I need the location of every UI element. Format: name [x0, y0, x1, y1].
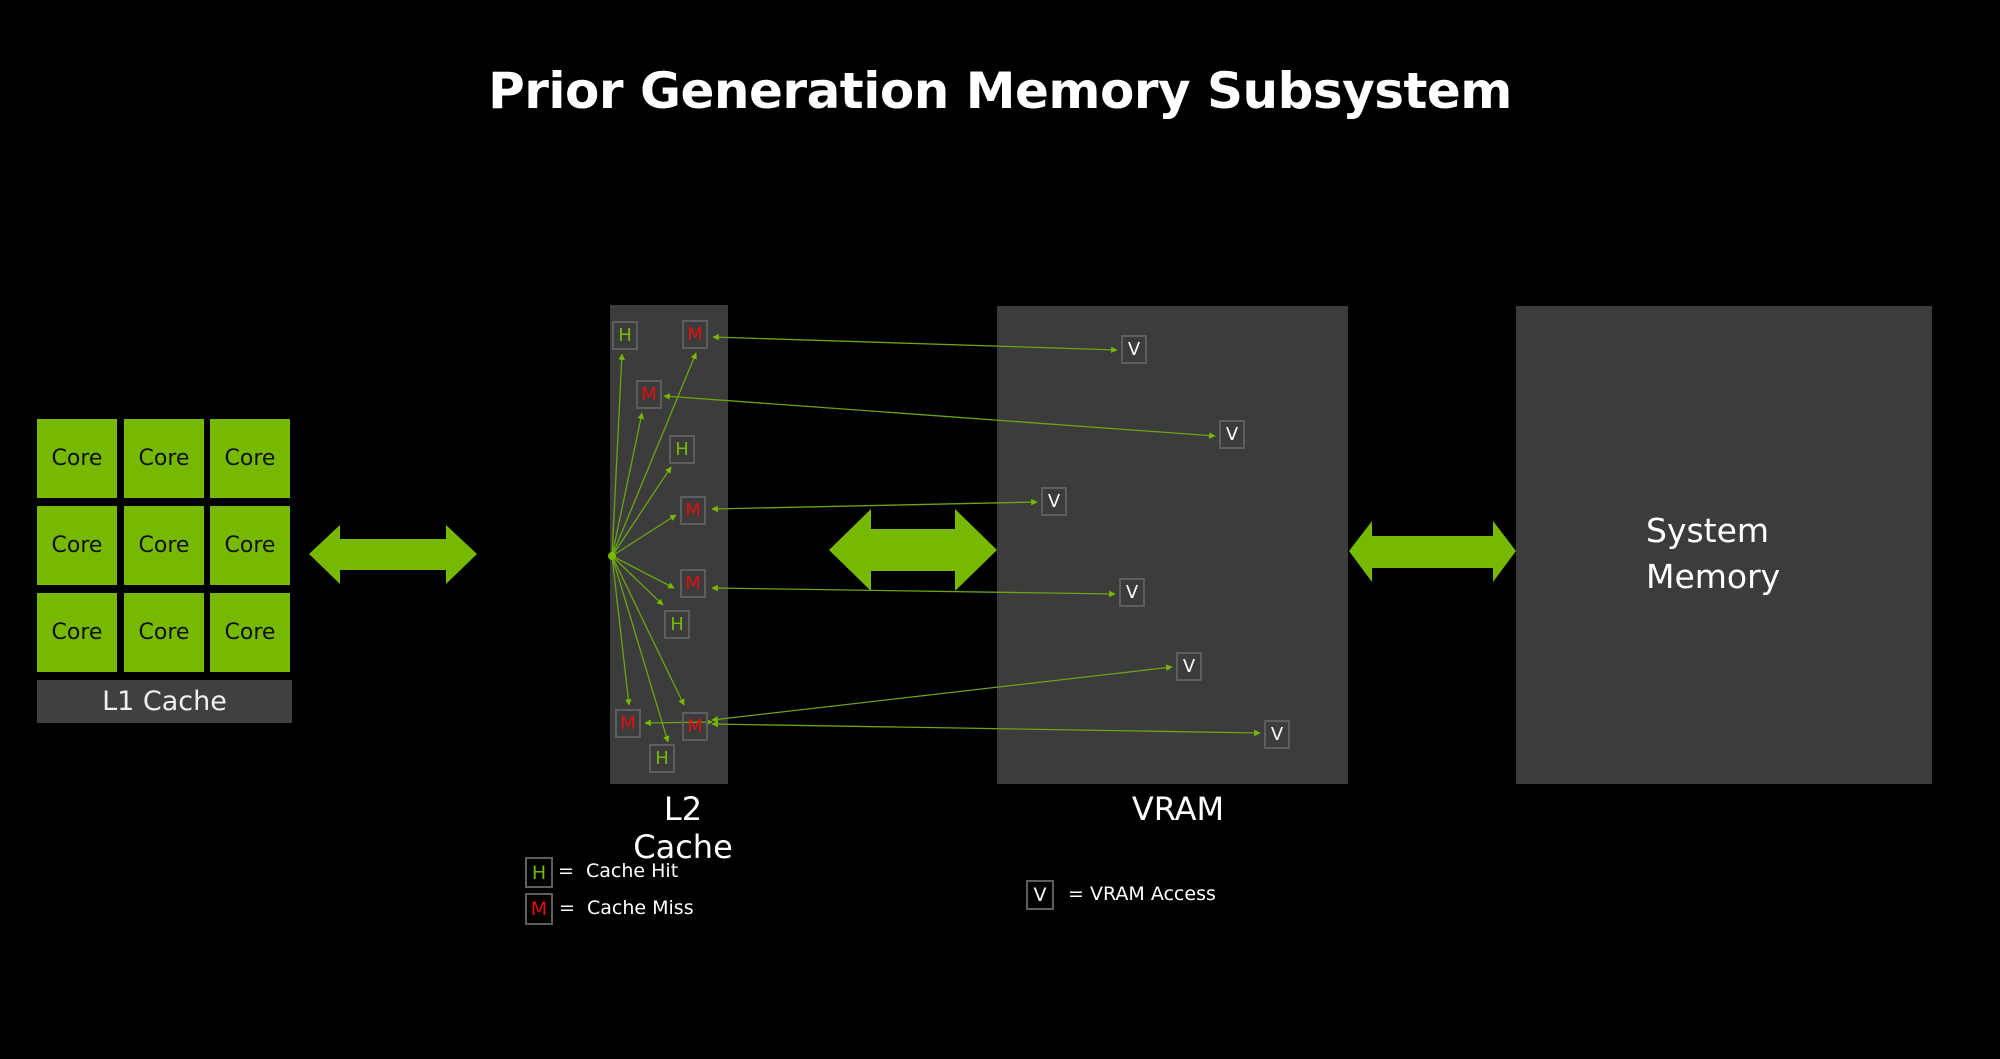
- l2-entry-miss: M: [636, 380, 662, 409]
- vram-entry: V: [1041, 487, 1067, 516]
- vram-entry: V: [1176, 652, 1202, 681]
- legend-hit-symbol: H: [525, 857, 553, 888]
- l2-entry-miss: M: [682, 320, 708, 349]
- l2-cache-label: L2 Cache: [633, 790, 733, 866]
- l2-request-line: [611, 555, 632, 706]
- legend-vram-symbol: V: [1026, 880, 1054, 910]
- l2-request-line: [611, 353, 625, 557]
- request-origin-dot: [608, 552, 616, 560]
- l2-request-line: [611, 514, 677, 557]
- double-arrow-l2-vram: [829, 509, 997, 591]
- vram-entry: V: [1119, 578, 1145, 607]
- l2-request-line: [611, 555, 675, 589]
- l2-entry-miss: M: [682, 712, 708, 741]
- vram-access-line: [711, 720, 1261, 737]
- l2-entry-miss: M: [615, 709, 641, 738]
- legend-miss-text: = Cache Miss: [559, 897, 694, 919]
- l2-entry-hit: H: [669, 435, 695, 464]
- vram-label: VRAM: [1131, 790, 1225, 828]
- vram-entry: V: [1121, 335, 1147, 364]
- double-arrow-l1-l2: [309, 525, 477, 584]
- diagram-overlay: [309, 333, 1516, 743]
- l2-entry-miss: M: [680, 496, 706, 525]
- double-arrow-vram-sysmem: [1349, 521, 1516, 582]
- l2-entry-miss: M: [680, 569, 706, 598]
- l2-entry-hit: H: [664, 610, 690, 639]
- legend-vram-text: = VRAM Access: [1068, 883, 1216, 905]
- vram-access-line: [711, 584, 1116, 598]
- l2-entry-hit: H: [649, 744, 675, 773]
- vram-entry: V: [1264, 720, 1290, 749]
- vram-entry: V: [1219, 420, 1245, 449]
- legend-miss-symbol: M: [525, 893, 553, 925]
- vram-access-line: [712, 333, 1118, 354]
- vram-access-line: [711, 664, 1173, 723]
- l2-entry-hit: H: [612, 321, 638, 350]
- l2-request-line: [611, 412, 644, 557]
- vram-access-line: [711, 498, 1038, 513]
- legend-hit-text: = Cache Hit: [558, 860, 679, 882]
- vram-access-line: [663, 393, 1216, 439]
